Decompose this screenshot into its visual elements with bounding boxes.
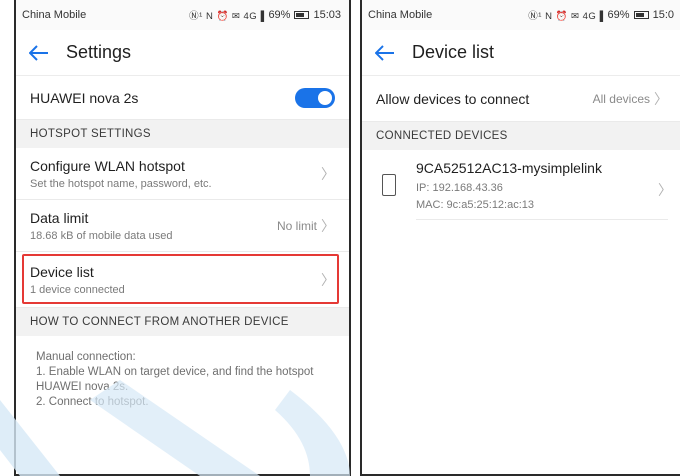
device-list-item[interactable]: Device list 1 device connected 〉 (16, 252, 349, 308)
data-limit-item[interactable]: Data limit 18.68 kB of mobile data used … (16, 200, 349, 252)
configure-hotspot-item[interactable]: Configure WLAN hotspot Set the hotspot n… (16, 148, 349, 200)
chevron-right-icon: 〉 (321, 165, 335, 182)
hotspot-toggle-row[interactable]: HUAWEI nova 2s (16, 76, 349, 120)
hotspot-device-name: HUAWEI nova 2s (30, 89, 139, 106)
device-list-subtitle: 1 device connected (30, 283, 125, 296)
carrier-label: China Mobile (22, 9, 87, 21)
status-icons: Ⓝ¹ N ⏰ ✉ 4G▐ (189, 11, 265, 22)
hotspot-toggle[interactable] (295, 87, 335, 108)
phone-icon (382, 174, 396, 196)
clock: 15:0 (652, 9, 674, 21)
data-limit-label: Data limit (30, 209, 89, 226)
chevron-right-icon: 〉 (658, 182, 672, 198)
app-bar: Settings (16, 30, 349, 76)
status-bar: China Mobile Ⓝ¹ N ⏰ ✉ 4G▐ 69% 15:03 (16, 0, 349, 30)
settings-screen: China Mobile Ⓝ¹ N ⏰ ✉ 4G▐ 69% 15:03 Sett… (14, 0, 351, 476)
status-bar: China Mobile Ⓝ¹ N ⏰ ✉ 4G▐ 69% 15:0 (362, 0, 680, 30)
battery-icon (633, 11, 649, 19)
app-bar: Device list (362, 30, 680, 76)
configure-hotspot-label: Configure WLAN hotspot (30, 157, 185, 174)
connected-device-item[interactable]: 9CA52512AC13-mysimplelink IP: 192.168.43… (362, 150, 680, 220)
device-mac: MAC: 9c:a5:25:12:ac:13 (416, 199, 535, 211)
configure-hotspot-subtitle: Set the hotspot name, password, etc. (30, 177, 212, 190)
clock: 15:03 (313, 9, 341, 21)
instructions-line: 2. Connect to hotspot. (36, 396, 149, 408)
data-limit-subtitle: 18.68 kB of mobile data used (30, 229, 173, 242)
device-list-screen: China Mobile Ⓝ¹ N ⏰ ✉ 4G▐ 69% 15:0 Devic… (360, 0, 680, 476)
page-title: Device list (412, 42, 495, 62)
hotspot-settings-header: HOTSPOT SETTINGS (16, 120, 349, 148)
page-title: Settings (66, 42, 132, 62)
chevron-right-icon: 〉 (654, 90, 668, 107)
connect-instructions-header: HOW TO CONNECT FROM ANOTHER DEVICE (16, 308, 349, 336)
allow-devices-label: Allow devices to connect (376, 90, 530, 107)
back-arrow-icon[interactable] (374, 42, 396, 64)
data-limit-value: No limit (276, 218, 317, 233)
connected-devices-header: CONNECTED DEVICES (362, 122, 680, 150)
instructions-line: 1. Enable WLAN on target device, and fin… (36, 366, 314, 378)
battery-percent: 69% (268, 9, 291, 21)
device-ip: IP: 192.168.43.36 (416, 182, 503, 194)
chevron-right-icon: 〉 (321, 271, 335, 288)
back-arrow-icon[interactable] (28, 42, 50, 64)
status-icons: Ⓝ¹ N ⏰ ✉ 4G▐ (528, 11, 604, 22)
instructions-line: Manual connection: (36, 351, 136, 363)
device-list-label: Device list (30, 263, 94, 280)
battery-icon (294, 11, 310, 19)
battery-percent: 69% (607, 9, 630, 21)
allow-devices-value: All devices (592, 91, 650, 106)
screen: China Mobile Ⓝ¹ N ⏰ ✉ 4G▐ 69% 15:03 Sett… (0, 0, 680, 476)
carrier-label: China Mobile (368, 9, 433, 21)
device-name: 9CA52512AC13-mysimplelink (416, 160, 602, 176)
allow-devices-item[interactable]: Allow devices to connect All devices 〉 (362, 76, 680, 122)
connect-instructions: Manual connection: 1. Enable WLAN on tar… (16, 336, 349, 410)
chevron-right-icon: 〉 (321, 217, 335, 234)
instructions-line: HUAWEI nova 2s. (36, 381, 129, 393)
